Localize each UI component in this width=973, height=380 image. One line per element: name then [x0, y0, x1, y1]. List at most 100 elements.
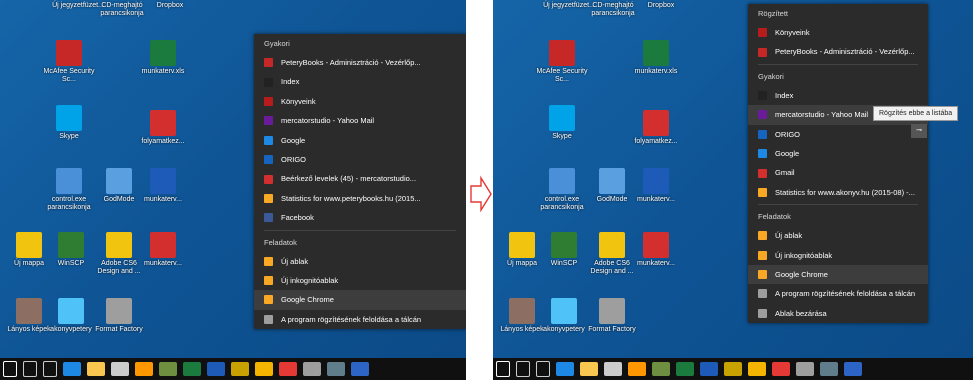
jump-list-item[interactable]: Google Chrome — [254, 290, 466, 310]
jump-list-item[interactable]: Új inkognitóablak — [748, 246, 928, 265]
settings-icon[interactable] — [820, 362, 838, 376]
jump-list-item[interactable]: Google — [254, 131, 466, 150]
jump-list-header: Gyakori — [758, 71, 784, 81]
pin-button[interactable]: ⊸ — [911, 124, 927, 138]
excel-icon[interactable] — [676, 362, 694, 376]
desktop-icon[interactable]: munkaterv... — [627, 168, 685, 204]
desktop-icon[interactable]: Format Factory — [583, 298, 641, 334]
outlook-icon[interactable] — [628, 362, 646, 376]
desktop-label[interactable]: Dropbox — [631, 2, 691, 10]
desktop-icon[interactable]: munkaterv... — [134, 168, 192, 204]
desktop-icon[interactable]: Skype — [40, 105, 98, 141]
word-icon[interactable] — [207, 362, 225, 376]
task-view-icon[interactable] — [43, 361, 57, 377]
desktop-icon[interactable]: munkaterv.xls — [627, 40, 685, 76]
chrome-icon[interactable] — [255, 362, 273, 376]
desktop-icon[interactable]: McAfee Security Sc... — [533, 40, 591, 84]
jump-list-item[interactable]: Statistics for www.akonyv.hu (2015-08) -… — [748, 183, 928, 202]
jump-list-item-label: ORIGO — [281, 154, 307, 164]
jump-list-item[interactable]: Új ablak — [748, 226, 928, 245]
store-icon[interactable] — [111, 362, 129, 376]
desktop-icon[interactable]: Format Factory — [90, 298, 148, 334]
word-icon — [643, 168, 669, 194]
jump-list-item[interactable]: PeteryBooks - Adminisztráció - Vezérlőp.… — [748, 42, 928, 61]
jump-list-item-label: Index — [775, 90, 794, 100]
item-icon — [264, 116, 273, 126]
jump-list-item[interactable]: Gmail — [748, 163, 928, 182]
file-explorer-icon[interactable] — [87, 362, 105, 376]
jump-list-item[interactable]: A program rögzítésének feloldása a tálcá… — [254, 310, 466, 329]
app-icon[interactable] — [159, 362, 177, 376]
desktop-icon-label: munkaterv... — [637, 196, 675, 203]
desktop-icon[interactable]: McAfee Security Sc... — [40, 40, 98, 84]
jump-list-item-label: mercatorstudio - Yahoo Mail — [775, 110, 869, 120]
windows-start-icon[interactable] — [496, 361, 510, 377]
store-icon[interactable] — [604, 362, 622, 376]
network-icon — [551, 298, 577, 324]
outlook-icon[interactable] — [135, 362, 153, 376]
edge-icon[interactable] — [63, 362, 81, 376]
jump-list-item[interactable]: Index — [748, 86, 928, 105]
file-explorer-icon[interactable] — [580, 362, 598, 376]
excel-icon[interactable] — [183, 362, 201, 376]
control-panel-icon — [549, 168, 575, 194]
jump-list-item[interactable]: Statistics for www.peterybooks.hu (2015.… — [254, 189, 466, 208]
jump-list-item[interactable]: Könyveink — [254, 92, 466, 111]
jump-list-item[interactable]: Könyveink — [748, 23, 928, 42]
chrome-icon[interactable] — [748, 362, 766, 376]
edge-icon[interactable] — [556, 362, 574, 376]
jump-list-item[interactable]: Index — [254, 72, 466, 91]
desktop-icon-label: McAfee Security Sc... — [536, 68, 588, 83]
item-icon — [264, 213, 273, 223]
winscp-icon — [58, 232, 84, 258]
desktop-label[interactable]: Dropbox — [140, 2, 200, 10]
jump-list-item[interactable]: Beérkező levelek (45) - mercatorstudio..… — [254, 169, 466, 188]
photoshop-icon[interactable] — [844, 362, 862, 376]
item-icon — [758, 47, 767, 57]
jump-list-item[interactable]: Ablak bezárása — [748, 304, 928, 323]
desktop-icon-label: munkaterv.xls — [141, 68, 185, 75]
tools-icon[interactable] — [303, 362, 321, 376]
desktop-icon[interactable]: munkaterv... — [134, 232, 192, 268]
formatfactory-icon — [106, 298, 132, 324]
jump-list-item[interactable]: Új inkognitóablak — [254, 271, 466, 290]
desktop-icon[interactable]: folyamatkez... — [627, 110, 685, 146]
mcafee-icon — [549, 40, 575, 66]
jump-list-item[interactable]: Google — [748, 144, 928, 163]
jump-list-header: Feladatok — [264, 237, 297, 247]
search-icon[interactable] — [23, 361, 37, 377]
pencil-icon[interactable] — [724, 362, 742, 376]
settings-icon[interactable] — [327, 362, 345, 376]
opera-icon[interactable] — [279, 362, 297, 376]
desktop-icon-label: McAfee Security Sc... — [43, 68, 95, 83]
task-view-icon[interactable] — [536, 361, 550, 377]
item-icon — [264, 155, 273, 165]
jump-list-header: Gyakori — [264, 39, 290, 48]
photoshop-icon[interactable] — [351, 362, 369, 376]
jump-list-item[interactable]: mercatorstudio - Yahoo Mail — [254, 111, 466, 130]
jump-list-item-label: Index — [281, 77, 300, 87]
desktop-icon[interactable]: folyamatkez... — [134, 110, 192, 146]
item-icon — [758, 149, 767, 159]
arrow-right-icon — [470, 175, 492, 213]
desktop-icon[interactable]: munkaterv.xls — [134, 40, 192, 76]
jump-list-item[interactable]: Új ablak — [254, 252, 466, 271]
desktop-icon[interactable]: Skype — [533, 105, 591, 141]
tools-icon[interactable] — [796, 362, 814, 376]
jump-list-item[interactable]: PeteryBooks - Adminisztráció - Vezérlőp.… — [254, 53, 466, 72]
windows-start-icon[interactable] — [3, 361, 17, 377]
app-icon[interactable] — [652, 362, 670, 376]
jump-list-item[interactable]: A program rögzítésének feloldása a tálcá… — [748, 284, 928, 303]
search-icon[interactable] — [516, 361, 530, 377]
taskbar — [493, 358, 973, 380]
item-icon — [264, 295, 273, 305]
jump-list-item[interactable]: Facebook — [254, 208, 466, 227]
pencil-icon[interactable] — [231, 362, 249, 376]
left-screenshot: Új jegyzetfüzet... CD-meghajtó parancsik… — [0, 0, 466, 380]
jump-list-item[interactable]: ORIGO — [748, 125, 928, 144]
jump-list-item[interactable]: ORIGO — [254, 150, 466, 169]
opera-icon[interactable] — [772, 362, 790, 376]
desktop-icon[interactable]: munkaterv... — [627, 232, 685, 268]
word-icon[interactable] — [700, 362, 718, 376]
jump-list-item[interactable]: Google Chrome — [748, 264, 928, 285]
